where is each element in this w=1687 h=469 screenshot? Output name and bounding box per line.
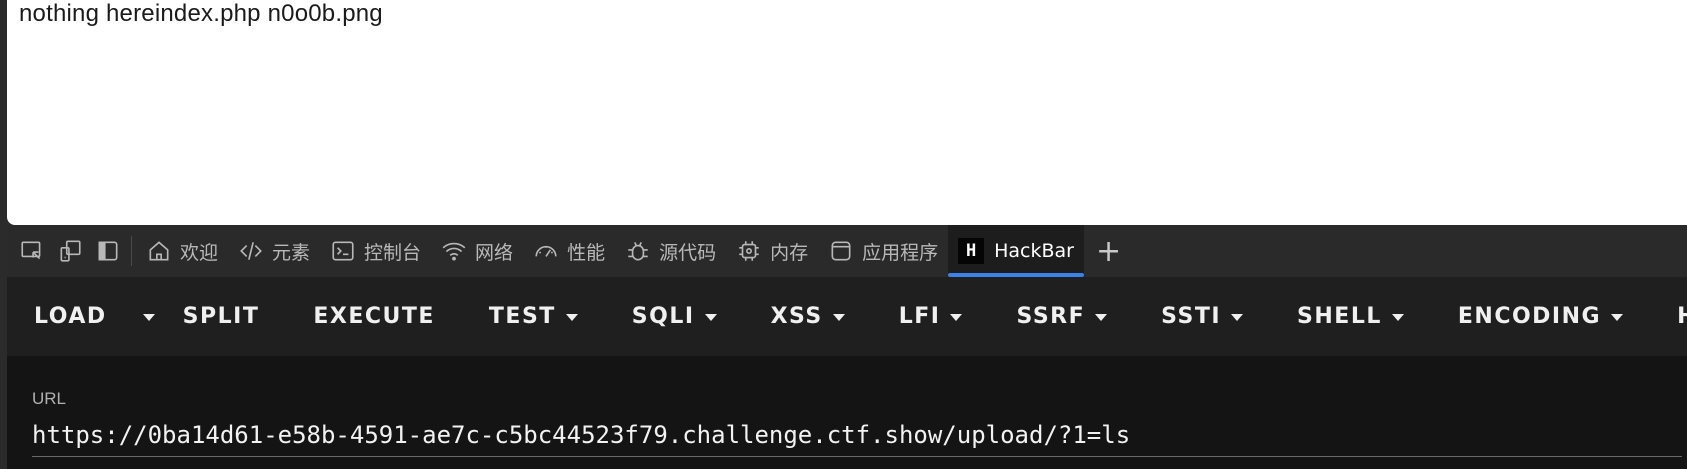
devtools-tab-bar: 欢迎 元素 控制台 网络 性能 源代码 内存 应用程序 H HackBar + <box>7 225 1687 277</box>
tab-memory[interactable]: 内存 <box>726 225 818 277</box>
tab-elements[interactable]: 元素 <box>228 225 320 277</box>
console-icon <box>332 241 354 261</box>
load-dropdown-button[interactable] <box>133 277 169 356</box>
chevron-down-icon <box>1391 314 1404 321</box>
bug-icon <box>628 241 648 261</box>
chevron-down-icon <box>1611 314 1624 321</box>
code-icon <box>240 242 262 260</box>
url-label: URL <box>32 389 67 408</box>
execute-button[interactable]: EXECUTE <box>286 277 462 356</box>
tab-network-label: 网络 <box>475 241 514 264</box>
chevron-down-icon <box>1095 314 1108 321</box>
tab-network[interactable]: 网络 <box>431 225 523 277</box>
tab-performance[interactable]: 性能 <box>523 225 615 277</box>
tab-application-label: 应用程序 <box>862 241 939 264</box>
test-menu-button[interactable]: TEST <box>462 277 605 356</box>
add-tab-button[interactable]: + <box>1084 234 1133 269</box>
tab-console[interactable]: 控制台 <box>320 225 431 277</box>
page-content-text: nothing hereindex.php n0o0b.png <box>19 0 383 27</box>
chevron-down-icon <box>142 314 155 321</box>
gauge-icon <box>535 245 557 257</box>
tab-hackbar-label: HackBar <box>994 240 1074 262</box>
split-button[interactable]: SPLIT <box>169 277 287 356</box>
xss-menu-button[interactable]: XSS <box>744 277 872 356</box>
inspect-element-icon[interactable] <box>13 225 51 277</box>
tab-welcome-label: 欢迎 <box>180 241 219 264</box>
ssti-menu-button[interactable]: SSTI <box>1134 277 1270 356</box>
tab-performance-label: 性能 <box>567 241 606 264</box>
ssrf-menu-button[interactable]: SSRF <box>989 277 1134 356</box>
chip-icon <box>739 241 759 261</box>
tab-sources[interactable]: 源代码 <box>615 225 726 277</box>
chevron-down-icon <box>565 314 578 321</box>
encoding-menu-button[interactable]: ENCODING <box>1431 277 1650 356</box>
device-emulation-icon[interactable] <box>51 225 89 277</box>
url-panel: URL <box>7 356 1687 469</box>
home-icon <box>149 241 169 261</box>
devtools-panel: 欢迎 元素 控制台 网络 性能 源代码 内存 应用程序 H HackBar + … <box>7 225 1687 469</box>
tab-memory-label: 内存 <box>770 241 809 264</box>
wifi-icon <box>442 242 466 261</box>
tab-welcome[interactable]: 欢迎 <box>136 225 228 277</box>
chevron-down-icon <box>950 314 963 321</box>
load-button[interactable]: LOAD <box>7 277 133 356</box>
tab-sources-label: 源代码 <box>659 241 717 264</box>
shell-menu-button[interactable]: SHELL <box>1270 277 1431 356</box>
lfi-menu-button[interactable]: LFI <box>872 277 990 356</box>
sqli-menu-button[interactable]: SQLI <box>605 277 744 356</box>
page-viewport: nothing hereindex.php n0o0b.png <box>7 0 1687 225</box>
chevron-down-icon <box>704 314 717 321</box>
tab-console-label: 控制台 <box>364 241 422 264</box>
tab-application[interactable]: 应用程序 <box>818 225 948 277</box>
chevron-down-icon <box>832 314 845 321</box>
hashing-menu-button[interactable]: HAS <box>1650 277 1687 356</box>
app-icon <box>831 241 851 261</box>
hackbar-logo-icon: H <box>958 238 985 264</box>
tab-elements-label: 元素 <box>272 241 311 264</box>
dock-side-icon[interactable] <box>89 225 127 277</box>
tab-hackbar[interactable]: H HackBar <box>948 225 1084 277</box>
hackbar-toolbar: LOAD SPLIT EXECUTE TEST SQLI XSS LFI SSR… <box>7 277 1687 356</box>
chevron-down-icon <box>1231 314 1244 321</box>
tab-separator <box>131 236 132 266</box>
url-input[interactable] <box>32 414 1682 457</box>
